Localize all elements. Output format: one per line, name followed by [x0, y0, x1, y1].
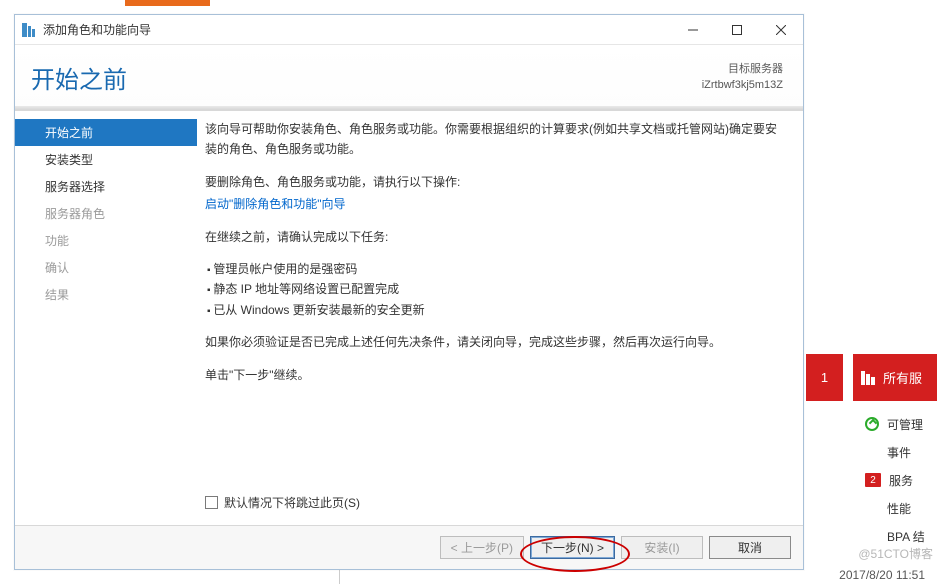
servers-icon [861, 371, 877, 385]
bg-side-item-label: 性能 [887, 500, 911, 517]
dialog-title: 添加角色和功能向导 [43, 21, 151, 38]
taskbar-clock: 2017/8/20 11:51 [839, 568, 925, 582]
bullet-item: 已从 Windows 更新安装最新的安全更新 [207, 300, 779, 320]
wizard-button-bar: < 上一步(P) 下一步(N) > 安装(I) 取消 [15, 525, 803, 569]
bg-side-item: 事件 [865, 443, 937, 461]
bg-side-header: 所有服 [853, 354, 937, 401]
target-server-name: iZrtbwf3kj5m13Z [702, 78, 783, 93]
nav-before-you-begin[interactable]: 开始之前 [15, 119, 197, 146]
watermark: @51CTO博客 [858, 545, 933, 562]
bg-side-header-text: 所有服 [883, 368, 922, 387]
bg-side-item-label: 事件 [887, 444, 911, 461]
wizard-nav: 开始之前 安装类型 服务器选择 服务器角色 功能 确认 结果 [15, 111, 197, 525]
tasks-lead: 在继续之前，请确认完成以下任务: [205, 227, 779, 247]
bg-side-item: 2 服务 [865, 471, 937, 489]
bg-side-item-label: BPA 结 [887, 528, 925, 545]
page-title: 开始之前 [31, 60, 127, 95]
bg-tile-number: 1 [806, 354, 843, 401]
next-button[interactable]: 下一步(N) > [530, 536, 615, 559]
count-badge: 2 [865, 473, 881, 487]
wizard-header: 开始之前 目标服务器 iZrtbwf3kj5m13Z [15, 45, 803, 111]
bg-orange-strip [125, 0, 210, 6]
verify-text: 如果你必须验证是否已完成上述任何先决条件，请关闭向导，完成这些步骤，然后再次运行… [205, 332, 779, 352]
close-button[interactable] [759, 16, 803, 44]
wizard-dialog: 添加角色和功能向导 开始之前 目标服务器 iZrtbwf3kj5m13Z 开始之… [14, 14, 804, 570]
close-icon [776, 25, 786, 35]
maximize-icon [732, 25, 742, 35]
maximize-button[interactable] [715, 16, 759, 44]
bg-side-item: 性能 [865, 499, 937, 517]
bg-side-item-label: 可管理 [887, 416, 923, 433]
arrow-up-circle-icon [865, 417, 879, 431]
proceed-text: 单击"下一步"继续。 [205, 365, 779, 385]
intro-text: 该向导可帮助你安装角色、角色服务或功能。你需要根据组织的计算要求(例如共享文档或… [205, 119, 779, 160]
skip-page-option[interactable]: 默认情况下将跳过此页(S) [205, 493, 360, 513]
remove-lead: 要删除角色、角色服务或功能，请执行以下操作: [205, 172, 779, 192]
bullet-item: 静态 IP 地址等网络设置已配置完成 [207, 279, 779, 299]
nav-server-selection[interactable]: 服务器选择 [15, 173, 197, 200]
bg-side-panel: 所有服 可管理 事件 2 服务 性能 BPA 结 [853, 354, 937, 574]
titlebar: 添加角色和功能向导 [15, 15, 803, 45]
wizard-content: 该向导可帮助你安装角色、角色服务或功能。你需要根据组织的计算要求(例如共享文档或… [197, 111, 803, 525]
remove-roles-link[interactable]: 启动"删除角色和功能"向导 [205, 197, 346, 211]
nav-features: 功能 [15, 227, 197, 254]
previous-button: < 上一步(P) [440, 536, 524, 559]
bg-side-item: BPA 结 [865, 527, 937, 545]
target-server-block: 目标服务器 iZrtbwf3kj5m13Z [702, 62, 783, 93]
bg-side-item-label: 服务 [889, 472, 913, 489]
target-server-label: 目标服务器 [702, 62, 783, 77]
cancel-button[interactable]: 取消 [709, 536, 791, 559]
minimize-button[interactable] [671, 16, 715, 44]
checkbox-icon[interactable] [205, 496, 218, 509]
install-button: 安装(I) [621, 536, 703, 559]
bg-side-item: 可管理 [865, 415, 937, 433]
nav-confirmation: 确认 [15, 254, 197, 281]
nav-installation-type[interactable]: 安装类型 [15, 146, 197, 173]
nav-results: 结果 [15, 281, 197, 308]
bullet-item: 管理员帐户使用的是强密码 [207, 259, 779, 279]
nav-server-roles: 服务器角色 [15, 200, 197, 227]
wizard-icon [21, 22, 37, 38]
minimize-icon [688, 25, 698, 35]
skip-label: 默认情况下将跳过此页(S) [224, 493, 360, 513]
